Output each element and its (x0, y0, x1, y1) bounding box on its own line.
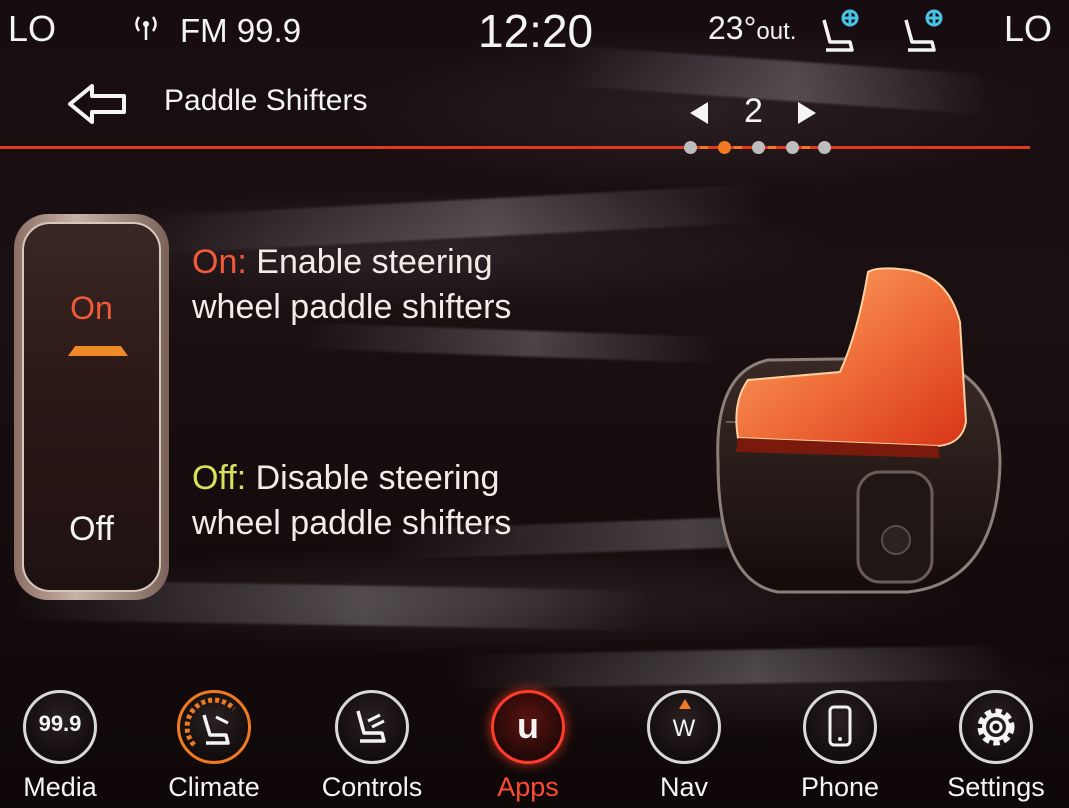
media-icon: 99.9 (23, 690, 97, 764)
clock: 12:20 (478, 5, 594, 57)
on-description: On: Enable steering wheel paddle shifter… (192, 240, 511, 330)
uconnect-apps-icon: u (491, 690, 565, 764)
nav-phone-label: Phone (800, 772, 880, 802)
page-dot (818, 141, 831, 154)
gear-icon (959, 690, 1033, 764)
page-dot-active (718, 141, 731, 154)
compass-needle (679, 699, 691, 709)
status-bar: LO FM 99.9 12:20 23°out. LO (0, 0, 1069, 62)
right-temp[interactable]: LO (1004, 8, 1052, 50)
radio-signal-icon (135, 16, 157, 40)
nav-media-label: Media (23, 772, 97, 802)
paddle-shifter-illustration (716, 267, 1002, 594)
phone-icon (803, 690, 877, 764)
paddle-shifter-toggle[interactable]: On Off (14, 214, 169, 600)
page-dash (734, 146, 742, 149)
header-divider (0, 146, 1030, 149)
off-keyword: Off: (192, 459, 247, 497)
nav-apps[interactable]: u Apps (458, 682, 598, 808)
nav-controls-label: Controls (321, 772, 423, 802)
driver-seat-fan-icon[interactable] (818, 8, 864, 54)
page-dot (684, 141, 697, 154)
nav-climate[interactable]: Climate (144, 682, 284, 808)
passenger-seat-fan-icon[interactable] (900, 8, 946, 54)
infotainment-screen: LO FM 99.9 12:20 23°out. LO Paddle Shift… (0, 0, 1069, 808)
nav-settings-label: Settings (947, 772, 1045, 802)
nav-apps-label: Apps (497, 772, 559, 802)
page-title: Paddle Shifters (164, 84, 368, 117)
nav-phone[interactable]: Phone (770, 682, 910, 808)
page-dash (700, 146, 708, 149)
apps-badge: u (517, 705, 539, 746)
media-badge: 99.9 (38, 711, 82, 736)
on-line2: wheel paddle shifters (192, 288, 512, 326)
previous-page-icon[interactable] (690, 102, 708, 124)
page-indicator (684, 141, 834, 155)
nav-nav[interactable]: W Nav (614, 682, 754, 808)
bottom-nav: 99.9 Media Climate Controls u Apps W Nav… (0, 682, 1069, 808)
nav-controls[interactable]: Controls (302, 682, 442, 808)
next-page-icon[interactable] (798, 102, 816, 124)
nav-media[interactable]: 99.9 Media (0, 682, 130, 808)
page-dot (786, 141, 799, 154)
toggle-off-label[interactable]: Off (24, 510, 159, 549)
off-line1: Disable steering (255, 459, 500, 497)
toggle-on-indicator (68, 346, 128, 356)
on-line1: Enable steering (256, 243, 493, 281)
off-description: Off: Disable steering wheel paddle shift… (192, 456, 511, 546)
outside-temp-suffix: out. (756, 18, 797, 45)
back-arrow-icon[interactable] (66, 82, 128, 126)
page-dash (802, 146, 810, 149)
toggle-body: On Off (22, 222, 161, 592)
on-keyword: On: (192, 243, 247, 281)
outside-temp: 23°out. (708, 10, 796, 47)
controls-seat-icon (335, 690, 409, 764)
page-dash (768, 146, 776, 149)
radio-station[interactable]: FM 99.9 (180, 12, 301, 50)
toggle-on-label[interactable]: On (24, 290, 159, 327)
nav-settings[interactable]: Settings (926, 682, 1066, 808)
left-temp[interactable]: LO (8, 8, 56, 50)
nav-nav-label: Nav (659, 772, 708, 802)
outside-temp-value: 23° (708, 10, 757, 46)
compass-icon: W (647, 690, 721, 764)
page-number: 2 (744, 92, 763, 130)
page-pager: 2 (690, 92, 830, 132)
off-line2: wheel paddle shifters (192, 504, 512, 542)
nav-climate-label: Climate (168, 772, 260, 802)
page-dot (752, 141, 765, 154)
climate-seat-icon (177, 690, 251, 764)
compass-heading: W (672, 715, 696, 742)
